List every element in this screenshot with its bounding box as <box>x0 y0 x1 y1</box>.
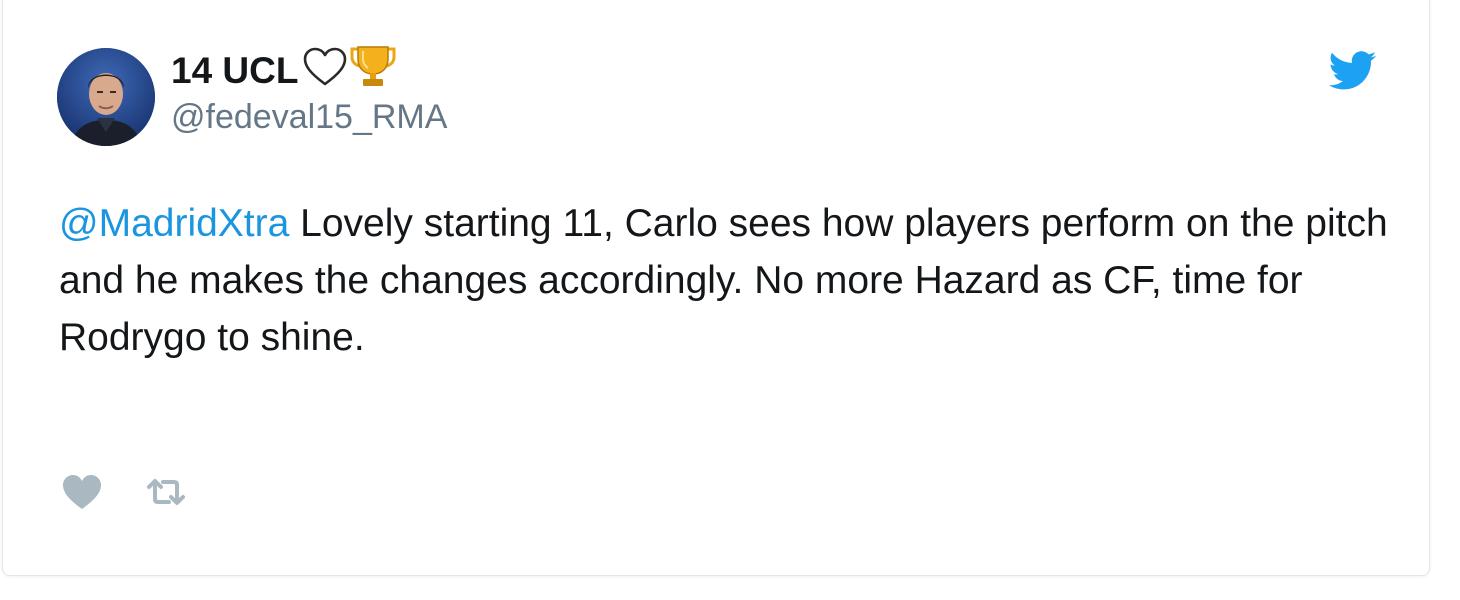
trophy-icon <box>350 45 396 98</box>
display-name-text: 14 UCL <box>171 50 299 91</box>
tweet-text: @MadridXtra Lovely starting 11, Carlo se… <box>59 195 1389 366</box>
tweet-actions <box>61 473 187 511</box>
white-heart-icon <box>302 47 348 96</box>
avatar-image <box>57 48 155 146</box>
retweet-icon[interactable] <box>145 477 187 507</box>
twitter-bird-icon[interactable] <box>1329 51 1377 91</box>
heart-icon[interactable] <box>61 473 103 511</box>
mention-link[interactable]: @MadridXtra <box>59 202 289 245</box>
display-name[interactable]: 14 UCL <box>171 45 396 91</box>
tweet-card: 14 UCL @fedeval15_RMA @MadridXtra Lovely… <box>2 0 1430 576</box>
avatar[interactable] <box>57 48 155 146</box>
username[interactable]: @fedeval15_RMA <box>171 98 447 137</box>
